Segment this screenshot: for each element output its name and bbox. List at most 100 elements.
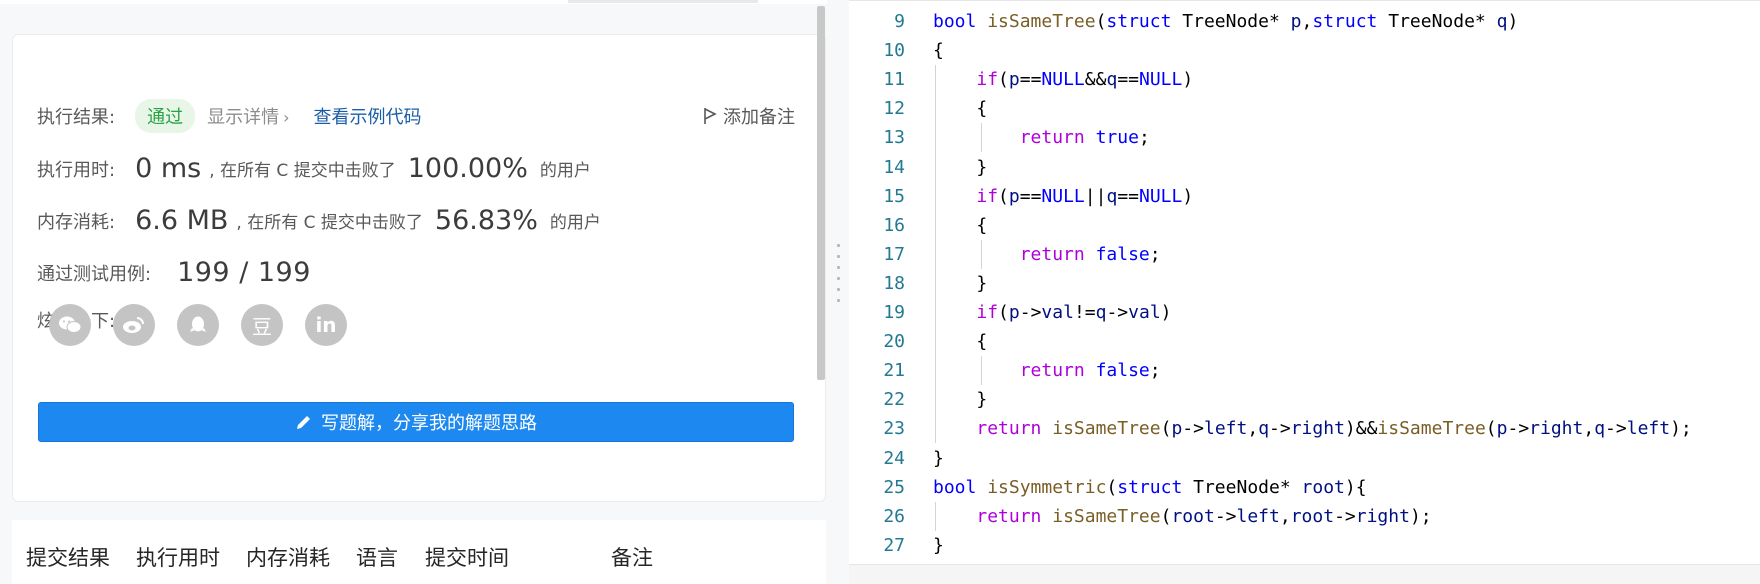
- code-line[interactable]: 24}: [849, 444, 1760, 473]
- code-token: !=: [1073, 302, 1096, 323]
- code-token: p: [1171, 418, 1183, 440]
- code-token: ): [1182, 69, 1194, 91]
- code-token: (: [998, 69, 1009, 91]
- code-token: right: [1290, 418, 1345, 440]
- code-token: {: [933, 331, 988, 353]
- memory-percent: 56.83%: [434, 205, 538, 236]
- code-token: ,: [1279, 505, 1291, 527]
- code-line[interactable]: 14 }: [849, 153, 1760, 182]
- test-cases-row: 通过测试用例: 199 / 199: [37, 257, 311, 288]
- code-editor[interactable]: 9 bool isSameTree(struct TreeNode* p,stru…: [849, 0, 1760, 584]
- linkedin-icon[interactable]: in: [305, 304, 347, 346]
- line-number: 14: [883, 156, 905, 178]
- code-token: val: [1128, 302, 1161, 323]
- code-token: isSameTree: [1052, 505, 1161, 527]
- left-scrollbar[interactable]: [817, 6, 825, 380]
- indent-guide: [935, 65, 936, 444]
- flag-icon: [704, 108, 717, 124]
- memory-text: , 在所有 C 提交中击败了: [236, 213, 423, 233]
- line-number: 10: [883, 40, 905, 62]
- code-line[interactable]: 18 }: [849, 269, 1760, 298]
- column-result[interactable]: 提交结果: [26, 542, 110, 572]
- code-token: {: [933, 98, 988, 120]
- show-details-label: 显示详情: [207, 107, 280, 128]
- code-line[interactable]: 16 {: [849, 211, 1760, 240]
- code-line[interactable]: 21 return false;: [849, 356, 1760, 385]
- code-line[interactable]: 13 return true;: [849, 123, 1760, 152]
- code-line[interactable]: 15 if(p==NULL||q==NULL): [849, 182, 1760, 211]
- code-token: ==: [1117, 69, 1139, 91]
- code-line[interactable]: 9 bool isSameTree(struct TreeNode* p,stru…: [849, 7, 1760, 36]
- code-token: ,: [1247, 418, 1259, 440]
- code-text: return true;: [933, 123, 1150, 152]
- column-runtime[interactable]: 执行用时: [136, 542, 220, 572]
- code-token: );: [1670, 418, 1692, 440]
- add-note-button[interactable]: 添加备注: [703, 103, 795, 129]
- runtime-label: 执行用时:: [37, 159, 116, 181]
- code-text: {: [933, 327, 987, 356]
- code-line[interactable]: 10 {: [849, 36, 1760, 65]
- code-line[interactable]: 23 return isSameTree(p->left,q->right)&&…: [849, 414, 1760, 443]
- code-token: NULL: [1041, 69, 1085, 91]
- code-line[interactable]: 17 return false;: [849, 240, 1760, 269]
- code-line[interactable]: 19 if(p->val!=q->val): [849, 298, 1760, 327]
- view-sample-code-link[interactable]: 查看示例代码: [313, 103, 421, 129]
- code-text: return false;: [933, 356, 1161, 385]
- code-token: ==: [1019, 185, 1042, 207]
- code-line[interactable]: 11 if(p==NULL&&q==NULL): [849, 65, 1760, 94]
- douban-icon[interactable]: 豆: [241, 304, 283, 346]
- code-text: }: [933, 269, 987, 298]
- qq-icon[interactable]: [177, 304, 219, 346]
- code-token: root: [1290, 505, 1335, 527]
- code-line[interactable]: 20 {: [849, 327, 1760, 356]
- code-line[interactable]: 12 {: [849, 94, 1760, 123]
- line-number: 15: [883, 185, 905, 207]
- code-token: left: [1236, 505, 1280, 527]
- add-note-label: 添加备注: [723, 107, 795, 128]
- code-token: struct: [1117, 476, 1183, 498]
- code-token: struct: [1312, 11, 1378, 32]
- weibo-icon[interactable]: [113, 304, 155, 346]
- line-number: 21: [883, 360, 905, 382]
- memory-label: 内存消耗:: [37, 211, 116, 233]
- code-token: {: [933, 214, 988, 236]
- test-cases-label: 通过测试用例:: [37, 263, 152, 285]
- show-details-link[interactable]: 显示详情 ›: [207, 103, 289, 129]
- line-number: 20: [883, 331, 905, 353]
- write-solution-button[interactable]: 写题解，分享我的解题思路: [38, 402, 794, 442]
- wechat-icon[interactable]: [49, 304, 91, 346]
- code-token: right: [1529, 418, 1584, 440]
- column-language[interactable]: 语言: [356, 542, 398, 572]
- runtime-users: 的用户: [539, 161, 591, 181]
- code-token: ): [1182, 185, 1194, 207]
- code-token: isSameTree: [1052, 418, 1161, 440]
- code-token: ==: [1019, 69, 1042, 91]
- column-memory[interactable]: 内存消耗: [246, 542, 330, 572]
- code-token: ,: [1301, 11, 1313, 32]
- code-token: root: [1171, 505, 1215, 527]
- code-token: }: [933, 272, 988, 294]
- code-token: (: [1160, 418, 1172, 440]
- chevron-right-icon: ›: [283, 108, 290, 127]
- code-line[interactable]: 26 return isSameTree(root->left,root->ri…: [849, 502, 1760, 531]
- code-token: if: [976, 69, 999, 91]
- panel-resize-handle[interactable]: [827, 0, 849, 584]
- code-text: if(p==NULL||q==NULL): [933, 182, 1193, 211]
- line-number: 25: [883, 476, 905, 498]
- column-submit-time[interactable]: 提交时间: [425, 542, 509, 572]
- code-text: return isSameTree(root->left,root->right…: [933, 502, 1431, 531]
- runtime-text: , 在所有 C 提交中击败了: [209, 161, 396, 181]
- code-line[interactable]: 22 }: [849, 385, 1760, 414]
- code-token: bool: [933, 476, 977, 498]
- code-token: TreeNode*: [1377, 11, 1497, 32]
- code-line[interactable]: 25 bool isSymmetric(struct TreeNode* root…: [849, 473, 1760, 502]
- code-token: true: [1095, 127, 1139, 149]
- indent-guide: [981, 123, 982, 153]
- code-line[interactable]: 27}: [849, 531, 1760, 560]
- line-number: 22: [883, 389, 905, 411]
- column-notes[interactable]: 备注: [611, 542, 653, 572]
